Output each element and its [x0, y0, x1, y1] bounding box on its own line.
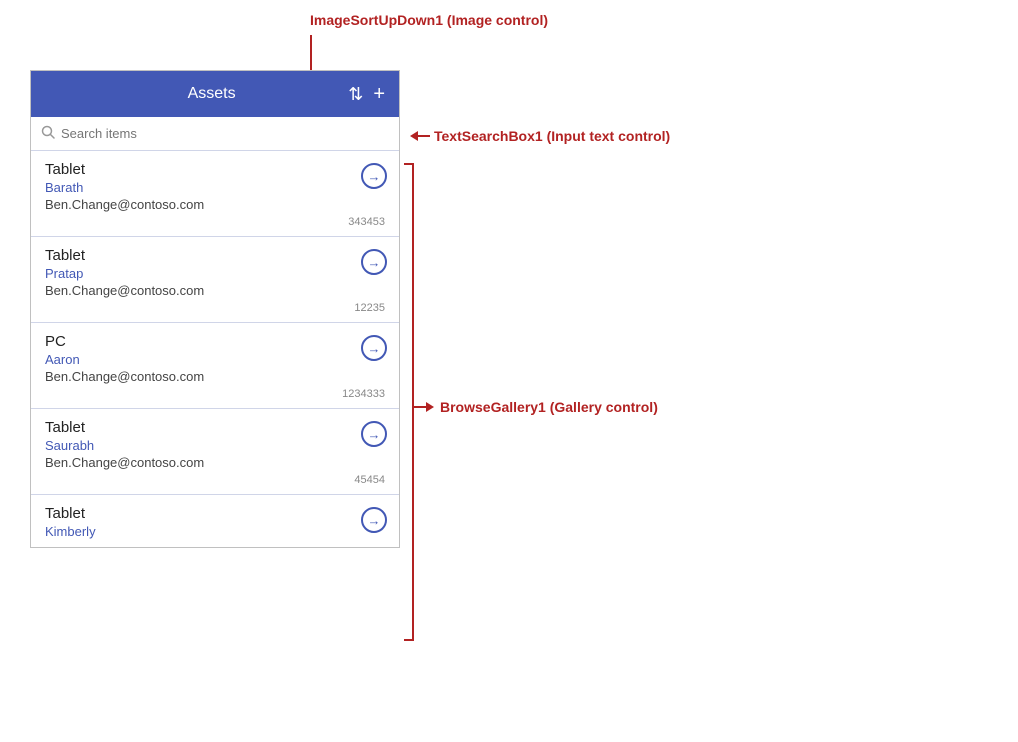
add-icon[interactable]: +: [373, 83, 385, 106]
sort-arrow-line: [310, 35, 312, 73]
item-name: Kimberly: [45, 524, 385, 539]
item-title: Tablet: [45, 161, 385, 178]
item-arrow-button[interactable]: →: [361, 335, 387, 361]
search-annotation: TextSearchBox1 (Input text control): [410, 128, 670, 144]
item-title: Tablet: [45, 247, 385, 264]
gallery-annotation-label: BrowseGallery1 (Gallery control): [440, 399, 658, 415]
gallery-arrow-head: [426, 402, 434, 412]
item-name: Aaron: [45, 352, 385, 367]
gallery-arrow-line: [414, 406, 426, 408]
sort-icon[interactable]: ⇅: [348, 84, 363, 105]
gallery-item[interactable]: Tablet Kimberly →: [31, 495, 399, 547]
gallery-annotation: BrowseGallery1 (Gallery control): [414, 399, 658, 415]
item-email: Ben.Change@contoso.com: [45, 455, 385, 470]
item-email: Ben.Change@contoso.com: [45, 197, 385, 212]
assets-panel: Assets ⇅ + Tablet Barath Ben.Change@cont…: [30, 70, 400, 548]
panel-header: Assets ⇅ +: [31, 71, 399, 117]
item-title: Tablet: [45, 505, 385, 522]
item-number: 45454: [45, 474, 385, 486]
item-title: PC: [45, 333, 385, 350]
item-email: Ben.Change@contoso.com: [45, 369, 385, 384]
item-number: 12235: [45, 302, 385, 314]
item-arrow-button[interactable]: →: [361, 421, 387, 447]
item-name: Pratap: [45, 266, 385, 281]
gallery-item[interactable]: PC Aaron Ben.Change@contoso.com 1234333 …: [31, 323, 399, 409]
item-arrow-button[interactable]: →: [361, 507, 387, 533]
search-icon: [41, 125, 55, 142]
gallery-item[interactable]: Tablet Barath Ben.Change@contoso.com 343…: [31, 151, 399, 237]
gallery-item[interactable]: Tablet Saurabh Ben.Change@contoso.com 45…: [31, 409, 399, 495]
item-name: Barath: [45, 180, 385, 195]
search-arrow-head: [410, 131, 418, 141]
search-box: [31, 117, 399, 151]
item-arrow-button[interactable]: →: [361, 163, 387, 189]
gallery-item[interactable]: Tablet Pratap Ben.Change@contoso.com 122…: [31, 237, 399, 323]
gallery-bracket: [404, 163, 414, 641]
item-number: 343453: [45, 216, 385, 228]
search-annotation-label: TextSearchBox1 (Input text control): [434, 128, 670, 144]
item-arrow-button[interactable]: →: [361, 249, 387, 275]
item-title: Tablet: [45, 419, 385, 436]
item-number: 1234333: [45, 388, 385, 400]
browse-gallery: Tablet Barath Ben.Change@contoso.com 343…: [31, 151, 399, 547]
panel-title: Assets: [75, 85, 348, 103]
item-name: Saurabh: [45, 438, 385, 453]
search-input[interactable]: [61, 126, 389, 141]
search-arrow-line: [418, 135, 430, 137]
item-email: Ben.Change@contoso.com: [45, 283, 385, 298]
sort-annotation-label: ImageSortUpDown1 (Image control): [310, 12, 548, 28]
